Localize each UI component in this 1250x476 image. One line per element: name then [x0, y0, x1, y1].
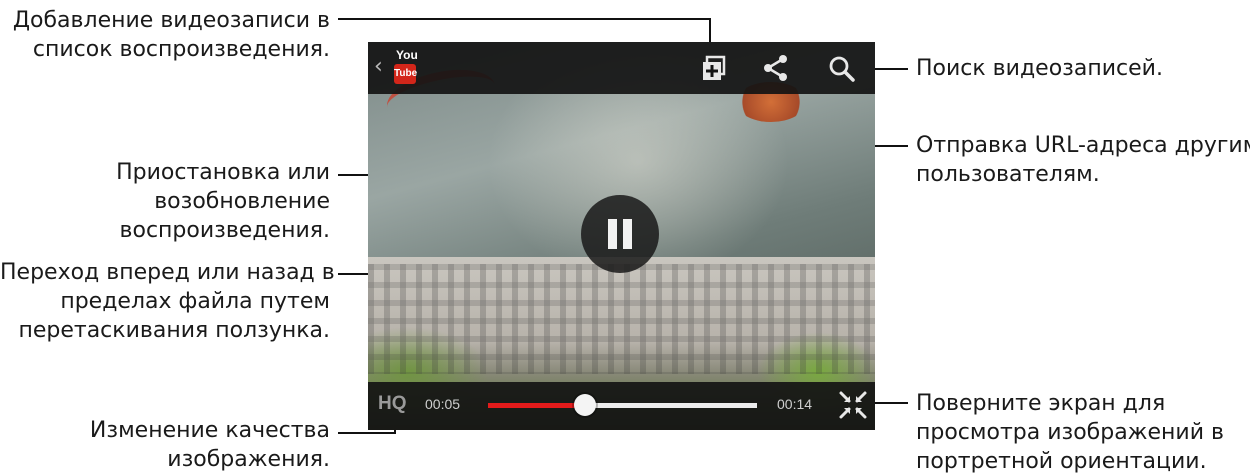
callout-search: Поиск видеозаписей.	[916, 54, 1163, 83]
callout-line: Приостановка или	[116, 160, 330, 185]
video-player[interactable]: ‹ You Tube HQ 00:05 00:14	[368, 42, 875, 430]
callout-pause-resume: Приостановка или возобновление воспроизв…	[10, 158, 330, 245]
callout-add-to-playlist: Добавление видеозаписи в список воспроиз…	[10, 6, 330, 64]
callout-line: возобновление	[154, 189, 330, 214]
callout-line: пользователям.	[916, 162, 1100, 187]
pause-button[interactable]	[581, 195, 659, 273]
callout-line: изображения.	[167, 447, 330, 472]
callout-seek: Переход вперед или назад в пределах файл…	[0, 258, 335, 345]
logo-text: You	[396, 48, 418, 62]
callout-line: Добавление видеозаписи в	[12, 8, 330, 33]
player-controls-bar: HQ 00:05 00:14	[368, 382, 875, 430]
progress-played	[488, 403, 585, 408]
add-to-playlist-icon[interactable]	[698, 52, 732, 86]
total-time: 00:14	[777, 396, 813, 412]
leader-line	[338, 18, 710, 20]
current-time: 00:05	[425, 396, 461, 412]
callout-line: пределах файла путем	[60, 289, 330, 314]
callout-line: Поиск видеозаписей.	[916, 56, 1163, 81]
callout-line: портретной ориентации.	[916, 449, 1207, 474]
callout-line: Поверните экран для	[916, 391, 1166, 416]
pause-icon	[623, 219, 632, 249]
rotate-screen-icon[interactable]	[838, 390, 868, 420]
video-frame-building	[368, 264, 875, 374]
back-chevron-icon[interactable]: ‹	[374, 56, 383, 78]
pause-icon	[608, 219, 617, 249]
share-icon[interactable]	[759, 51, 793, 85]
callout-quality: Изменение качества изображения.	[10, 416, 330, 474]
callout-line: Переход вперед или назад в	[0, 260, 335, 285]
progress-track[interactable]	[585, 403, 757, 408]
search-icon[interactable]	[825, 52, 859, 86]
seek-slider-thumb[interactable]	[574, 394, 596, 416]
logo-text: Tube	[394, 64, 417, 84]
callout-line: воспроизведения.	[119, 218, 330, 243]
callout-line: список воспроизведения.	[32, 37, 330, 62]
callout-line: Отправка URL-адреса другим	[916, 133, 1250, 158]
youtube-logo[interactable]: You Tube	[394, 48, 418, 86]
callout-line: просмотра изображений в	[916, 420, 1224, 445]
leader-line	[338, 432, 396, 434]
callout-share: Отправка URL-адреса другим пользователям…	[916, 131, 1250, 189]
callout-line: перетаскивания ползунка.	[18, 318, 330, 343]
callout-rotate: Поверните экран для просмотра изображени…	[916, 389, 1224, 476]
player-top-bar: ‹ You Tube	[368, 42, 875, 94]
quality-button[interactable]: HQ	[378, 393, 407, 415]
callout-line: Изменение качества	[89, 418, 330, 443]
